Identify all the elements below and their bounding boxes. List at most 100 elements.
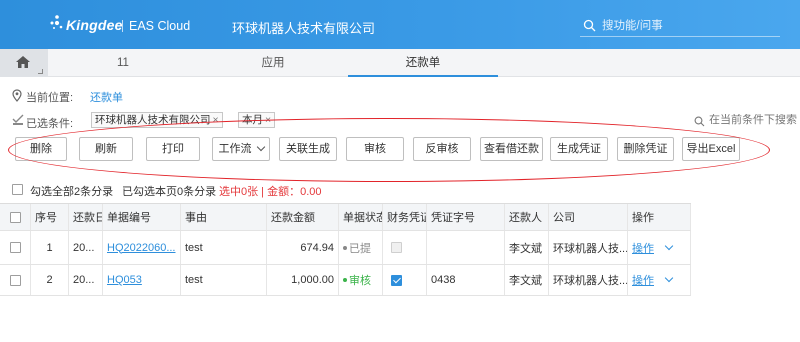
location-pin-icon <box>12 89 22 102</box>
row-select-cell <box>0 265 31 295</box>
company-name[interactable]: 环球机器人技术有限公司 <box>232 18 375 37</box>
tab-bar: 11 应用 还款单 <box>0 49 800 77</box>
tab-repayment[interactable]: 还款单 <box>348 49 498 77</box>
delete-voucher-button[interactable]: 删除凭证 <box>617 137 674 161</box>
selected-conditions: 已选条件: 环球机器人技术有限公司 × 本月 × <box>12 112 800 130</box>
top-header: Kingdee EAS Cloud 环球机器人技术有限公司 <box>0 0 800 49</box>
cell-payer: 李文斌 <box>505 231 549 264</box>
product-name: EAS Cloud <box>129 19 191 33</box>
home-tab[interactable] <box>0 49 48 77</box>
cell-company: 环球机器人技... <box>549 231 628 264</box>
action-toolbar: 删除 刷新 打印 工作流 关联生成 审核 反审核 查看借还款 生成凭证 删除凭证… <box>0 137 800 165</box>
cell-actions: 操作 <box>628 231 691 264</box>
workflow-label: 工作流 <box>218 143 252 155</box>
cell-amount: 674.94 <box>267 231 339 264</box>
app-window: Kingdee EAS Cloud 环球机器人技术有限公司 11 应用 还款单 <box>0 0 800 342</box>
column-header[interactable]: 单据编号 <box>103 204 181 230</box>
chevron-down-icon <box>256 142 265 152</box>
select-all-checkbox[interactable] <box>12 184 23 195</box>
cell-actions: 操作 <box>628 265 691 295</box>
selected-amount-info: 选中0张 | 金额：0.00 <box>219 186 322 198</box>
home-icon <box>16 56 30 68</box>
cell-reason: test <box>181 231 267 264</box>
fin-voucher-checkbox[interactable] <box>391 274 402 286</box>
global-search-input[interactable] <box>602 18 772 34</box>
chevron-down-icon[interactable] <box>664 273 674 283</box>
close-icon[interactable]: × <box>265 114 271 126</box>
table-row[interactable]: 1 20... HQ2022060... test 674.94 已提 李文斌 … <box>0 231 691 265</box>
status-dot <box>343 245 347 250</box>
cell-number: HQ2022060... <box>103 231 181 264</box>
brand-logo-text: Kingdee <box>66 17 123 33</box>
search-icon <box>694 116 705 127</box>
cell-payer: 李文斌 <box>505 265 549 295</box>
status-dot <box>343 278 347 282</box>
generate-voucher-button[interactable]: 生成凭证 <box>550 137 608 161</box>
column-header[interactable]: 还款人 <box>505 204 549 230</box>
cell-amount: 1,000.00 <box>267 265 339 295</box>
table-header: 序号 还款日 单据编号 事由 还款金额 单据状态 财务凭证 凭证字号 还款人 公… <box>0 204 691 231</box>
column-header[interactable]: 单据状态 <box>339 204 383 230</box>
view-loan-repayment-button[interactable]: 查看借还款 <box>480 137 543 161</box>
repayment-table: 序号 还款日 单据编号 事由 还款金额 单据状态 财务凭证 凭证字号 还款人 公… <box>0 203 691 296</box>
resize-corner-icon <box>38 69 43 74</box>
column-header[interactable]: 事由 <box>181 204 267 230</box>
chevron-down-icon[interactable] <box>664 241 674 250</box>
column-header[interactable]: 序号 <box>31 204 69 230</box>
column-header[interactable]: 凭证字号 <box>427 204 505 230</box>
conditions-label: 已选条件: <box>26 118 74 130</box>
cell-fin-voucher <box>383 265 427 295</box>
column-header[interactable]: 还款日 <box>69 204 103 230</box>
row-action-link[interactable]: 操作 <box>632 272 654 288</box>
tab-11[interactable]: 11 <box>48 49 198 77</box>
condition-search-input[interactable] <box>709 114 800 126</box>
refresh-button[interactable]: 刷新 <box>79 137 133 161</box>
delete-button[interactable]: 删除 <box>15 137 67 161</box>
location-label: 当前位置: <box>26 92 74 104</box>
cell-seq: 1 <box>31 231 69 264</box>
fin-voucher-checkbox <box>391 242 402 253</box>
tab-apps[interactable]: 应用 <box>198 49 348 77</box>
row-checkbox[interactable] <box>9 242 21 253</box>
location-value[interactable]: 还款单 <box>90 89 123 105</box>
filter-check-icon <box>12 114 24 125</box>
condition-chip-company: 环球机器人技术有限公司 × <box>91 112 223 128</box>
column-header[interactable]: 财务凭证 <box>383 204 427 230</box>
close-icon[interactable]: × <box>213 114 219 126</box>
condition-chip-text: 本月 <box>242 114 263 126</box>
page-selected-label: 已勾选本页0条分录 <box>122 186 217 198</box>
print-button[interactable]: 打印 <box>146 137 200 161</box>
condition-chip-period: 本月 × <box>238 112 276 128</box>
cell-fin-voucher <box>383 231 427 264</box>
column-header[interactable]: 操作 <box>628 204 691 230</box>
kingdee-logo-icon <box>50 15 63 29</box>
cell-number: HQ053 <box>103 265 181 295</box>
select-all-label: 勾选全部2条分录 <box>30 186 114 198</box>
audit-button[interactable]: 审核 <box>346 137 404 161</box>
bill-number-link[interactable]: HQ2022060... <box>107 242 176 254</box>
cell-voucher-no: 0438 <box>427 265 505 295</box>
logo-divider <box>122 20 123 32</box>
row-select-cell <box>0 231 31 264</box>
cell-seq: 2 <box>31 265 69 295</box>
cell-voucher-no <box>427 231 505 264</box>
row-checkbox[interactable] <box>9 274 21 286</box>
global-search[interactable] <box>580 15 780 37</box>
bill-number-link[interactable]: HQ053 <box>107 274 142 286</box>
condition-chip-text: 环球机器人技术有限公司 <box>95 114 211 126</box>
header-checkbox[interactable] <box>9 211 21 223</box>
status-text: 已提 <box>349 242 371 255</box>
workflow-dropdown[interactable]: 工作流 <box>212 137 270 161</box>
link-generate-button[interactable]: 关联生成 <box>279 137 337 161</box>
row-action-link[interactable]: 操作 <box>632 240 654 256</box>
header-select-cell <box>0 204 31 230</box>
unaudit-button[interactable]: 反审核 <box>413 137 471 161</box>
cell-date: 20... <box>69 265 103 295</box>
cell-status: 已提 <box>339 231 383 264</box>
table-row[interactable]: 2 20... HQ053 test 1,000.00 审核 0438 李文斌 … <box>0 265 691 296</box>
column-header[interactable]: 公司 <box>549 204 628 230</box>
export-excel-button[interactable]: 导出Excel <box>682 137 740 161</box>
cell-status: 审核 <box>339 265 383 295</box>
status-text: 审核 <box>349 275 371 287</box>
column-header[interactable]: 还款金额 <box>267 204 339 230</box>
